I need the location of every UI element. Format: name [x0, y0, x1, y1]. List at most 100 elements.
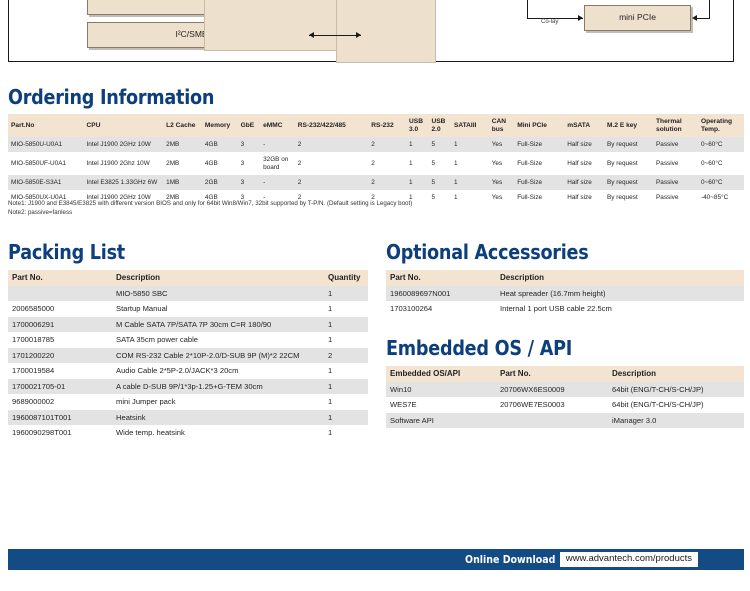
cell: A cable D-SUB 9P/1*3p-1.25+G-TEM 30cm	[112, 378, 324, 395]
table-row: Software API iManager 3.0	[386, 412, 744, 429]
diagram-connector	[696, 17, 710, 19]
column-header: Description	[112, 270, 324, 286]
cell	[496, 412, 608, 429]
table-row: WES7E 20706WE7ES0003 64bit (ENG/T-CH/S-C…	[386, 397, 744, 413]
cell: Intel J1900 2Ghz 10W	[83, 152, 164, 176]
column-header: USB 3.0	[406, 114, 429, 138]
cell: 3	[237, 137, 261, 153]
column-header: RS-232	[368, 114, 407, 138]
ordering-note-2: Note2: passive=fanless	[8, 209, 73, 216]
section-title-packing: Packing List	[8, 240, 125, 264]
cell: By request	[604, 175, 654, 191]
cell: 5	[428, 137, 451, 153]
cell: 2	[368, 137, 407, 153]
cell: MIO-5850U-U0A1	[8, 137, 84, 153]
column-header: Description	[496, 270, 744, 286]
cell: Heat spreader (16.7mm height)	[496, 286, 744, 302]
column-header: CAN bus	[488, 114, 515, 138]
diagram-box-mini-pcie: mini PCIe	[584, 5, 691, 31]
table-row: 1701200220 COM RS-232 Cable 2*10P-2.0/D-…	[8, 347, 368, 364]
column-header: Part No.	[496, 366, 608, 382]
cell: 1	[324, 363, 368, 379]
table-row: Win10 20706WX6ES0009 64bit (ENG/T-CH/S-C…	[386, 382, 744, 398]
cell: 2	[294, 152, 369, 176]
cell: iManager 3.0	[608, 412, 744, 429]
cell: Audio Cable 2*5P-2.0/JACK*3 20cm	[112, 363, 324, 379]
cell: 4GB	[201, 137, 238, 153]
online-download-label: Online Download	[465, 553, 556, 566]
cell: 1700006291	[8, 316, 112, 333]
column-header: Part.No	[8, 114, 84, 138]
cell: 1MB	[163, 175, 202, 191]
diagram-arrow-left-icon	[692, 14, 697, 21]
cell: MIO-5850UF-U0A1	[8, 152, 84, 176]
cell: mini Jumper pack	[112, 394, 324, 410]
cell: By request	[604, 152, 654, 176]
cell: 1	[324, 378, 368, 395]
cell: MIO-5850 SBC	[112, 286, 324, 302]
embedded-os-api-table: Embedded OS/API Part No. Description Win…	[386, 366, 744, 429]
cell: Full-Size	[514, 137, 565, 153]
cell: 5	[428, 175, 451, 191]
cell: 1	[324, 409, 368, 426]
cell: 32GB on board	[260, 152, 295, 176]
cell: Yes	[488, 175, 515, 191]
cell: 0~60°C	[697, 175, 744, 191]
table-header-row: Part.No CPU L2 Cache Memory GbE eMMC RS-…	[8, 114, 744, 138]
cell: 1960087101T001	[8, 409, 112, 426]
cell: 2	[368, 152, 407, 176]
table-row: 1703100264 Internal 1 port USB cable 22.…	[386, 301, 744, 317]
table-row: 1700021705-01 A cable D-SUB 9P/1*3p-1.25…	[8, 378, 368, 395]
diagram-connector	[309, 34, 361, 36]
ordering-information-table: Part.No CPU L2 Cache Memory GbE eMMC RS-…	[8, 114, 744, 206]
cell: 1700019584	[8, 363, 112, 379]
column-header: SATAIII	[450, 114, 489, 138]
diagram-box-label: mini PCIe	[619, 12, 656, 23]
column-header: Memory	[201, 114, 238, 138]
column-header: L2 Cache	[163, 114, 202, 138]
cell: 2GB	[201, 175, 238, 191]
cell: 2MB	[163, 152, 202, 176]
cell: Half size	[564, 152, 605, 176]
block-diagram-frame: I²C/SMBus mini PCIe Co-lay	[8, 0, 734, 63]
cell: 1	[406, 175, 429, 191]
cell: 1	[406, 152, 429, 176]
ordering-note-1: Note1: J1900 and E3845/E3825 with differ…	[8, 200, 413, 207]
cell: SATA 35cm power cable	[112, 332, 324, 348]
table-header-row: Part No. Description	[386, 270, 744, 286]
table-row: 1960087101T001 Heatsink 1	[8, 409, 368, 426]
cell: 1	[450, 175, 489, 191]
section-title-ordering: Ordering Information	[8, 85, 215, 109]
column-header: mSATA	[564, 114, 605, 138]
cell: Passive	[653, 175, 698, 191]
cell: 3	[237, 175, 261, 191]
cell: 3	[237, 152, 261, 176]
section-title-accessories: Optional Accessories	[386, 240, 589, 264]
cell: 5	[428, 152, 451, 176]
diagram-box-memory	[336, 0, 436, 63]
optional-accessories-table: Part No. Description 1960089697N001 Heat…	[386, 270, 744, 317]
column-header: Part No.	[386, 270, 496, 286]
cell: 2MB	[163, 137, 202, 153]
cell: 0~60°C	[697, 137, 744, 153]
table-row: 2006585000 Startup Manual 1	[8, 301, 368, 317]
column-header: Description	[608, 366, 744, 382]
section-title-embedded: Embedded OS / API	[386, 336, 573, 360]
cell: 1	[406, 137, 429, 153]
column-header: Thermal solution	[653, 114, 698, 138]
cell	[8, 286, 112, 302]
cell: 1	[324, 425, 368, 441]
table-row: MIO-5850U-U0A1 Intel J1900 2GHz 10W 2MB …	[8, 137, 744, 153]
cell: Full-Size	[514, 175, 565, 191]
diagram-edge-label-co-lay: Co-lay	[541, 19, 559, 25]
cell: 0~60°C	[697, 152, 744, 176]
table-row: 9689000002 mini Jumper pack 1	[8, 394, 368, 410]
cell: Intel E3825 1.33GHz 6W	[83, 175, 164, 191]
table-row: 1700006291 M Cable SATA 7P/SATA 7P 30cm …	[8, 316, 368, 333]
diagram-arrow-right-icon	[356, 31, 361, 38]
cell: 1	[324, 316, 368, 333]
cell: 1	[324, 394, 368, 410]
cell: 1700018785	[8, 332, 112, 348]
online-download-url[interactable]: www.advantech.com/products	[559, 552, 698, 567]
cell: By request	[604, 137, 654, 153]
